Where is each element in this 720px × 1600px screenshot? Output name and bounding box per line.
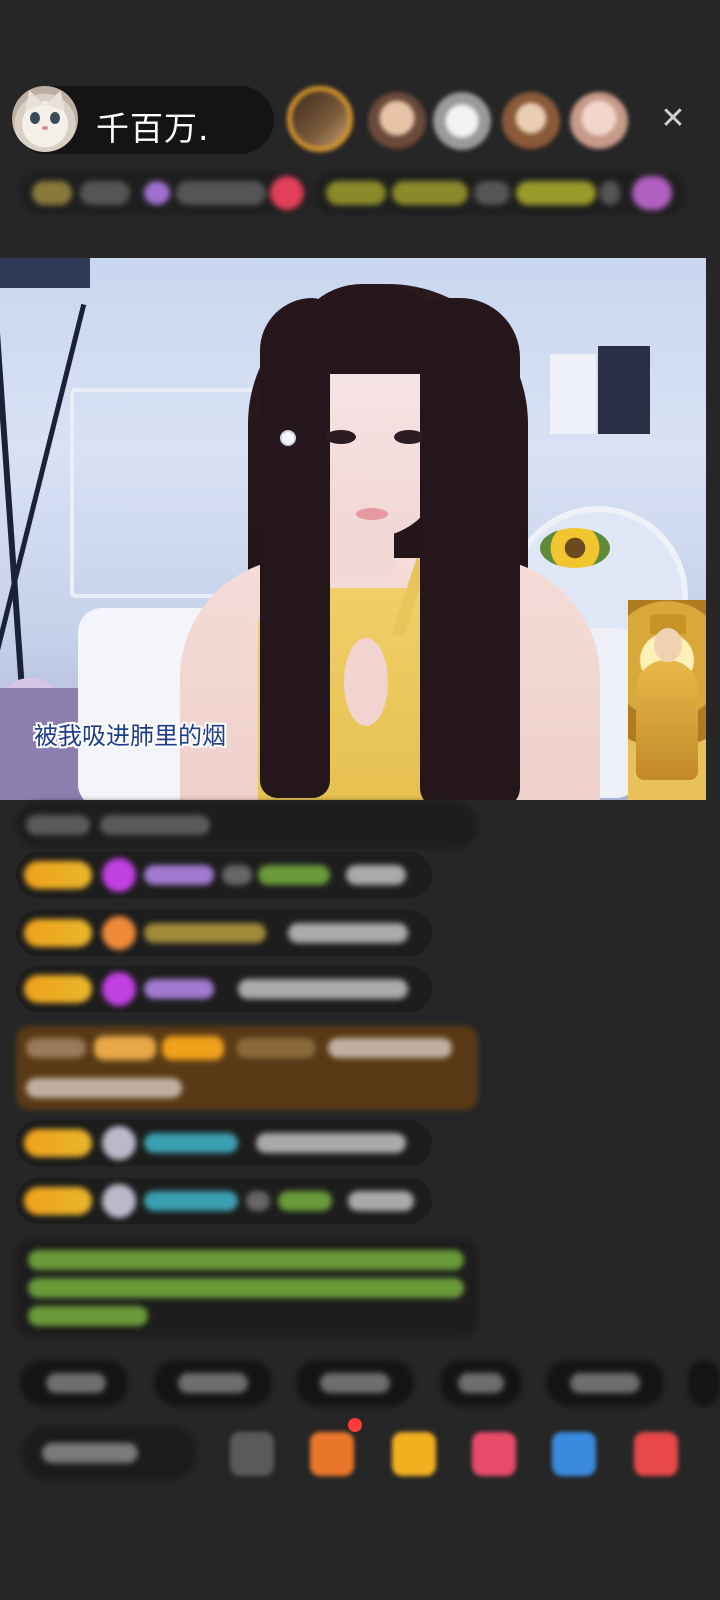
live-video-stream[interactable]: 被我吸进肺里的烟 [0, 258, 706, 800]
chat-message [16, 966, 432, 1012]
announcement-message [16, 1240, 478, 1336]
quick-reply-1[interactable] [20, 1360, 128, 1406]
more-tools-icon[interactable] [552, 1432, 596, 1476]
top-viewer-avatar-1[interactable] [287, 86, 353, 152]
quick-reply-4[interactable] [440, 1360, 522, 1406]
emoji-icon[interactable] [230, 1432, 274, 1476]
chat-message [16, 1178, 432, 1224]
top-viewer-avatar-2[interactable] [368, 92, 426, 150]
quick-reply-6[interactable] [688, 1360, 720, 1406]
close-icon[interactable]: ✕ [656, 102, 690, 136]
top-viewer-avatar-4[interactable] [502, 92, 560, 150]
fan-club-icon[interactable] [472, 1432, 516, 1476]
chat-message [16, 910, 432, 956]
gift-box-icon[interactable] [310, 1432, 354, 1476]
chat-message [16, 1120, 432, 1166]
system-welcome-message [16, 1026, 478, 1110]
quick-reply-3[interactable] [296, 1360, 414, 1406]
comment-input[interactable] [22, 1426, 196, 1480]
chat-message [16, 802, 478, 848]
gift-icon[interactable] [634, 1432, 678, 1476]
room-info-bar[interactable] [20, 172, 310, 214]
host-avatar[interactable] [12, 86, 78, 152]
quick-reply-2[interactable] [154, 1360, 272, 1406]
red-envelope-icon[interactable] [392, 1432, 436, 1476]
top-viewer-avatar-5[interactable] [570, 92, 628, 150]
song-lyric-subtitle: 被我吸进肺里的烟 [34, 722, 226, 750]
rank-info-bar[interactable] [314, 172, 686, 214]
quick-reply-5[interactable] [546, 1360, 664, 1406]
notification-dot [348, 1418, 362, 1432]
wealth-god-gift-banner[interactable] [628, 600, 706, 800]
chat-message [16, 852, 432, 898]
top-viewer-avatar-3[interactable] [433, 92, 491, 150]
host-name: 千百万. [96, 109, 210, 148]
host-info-pill[interactable]: 千百万. [12, 86, 274, 154]
